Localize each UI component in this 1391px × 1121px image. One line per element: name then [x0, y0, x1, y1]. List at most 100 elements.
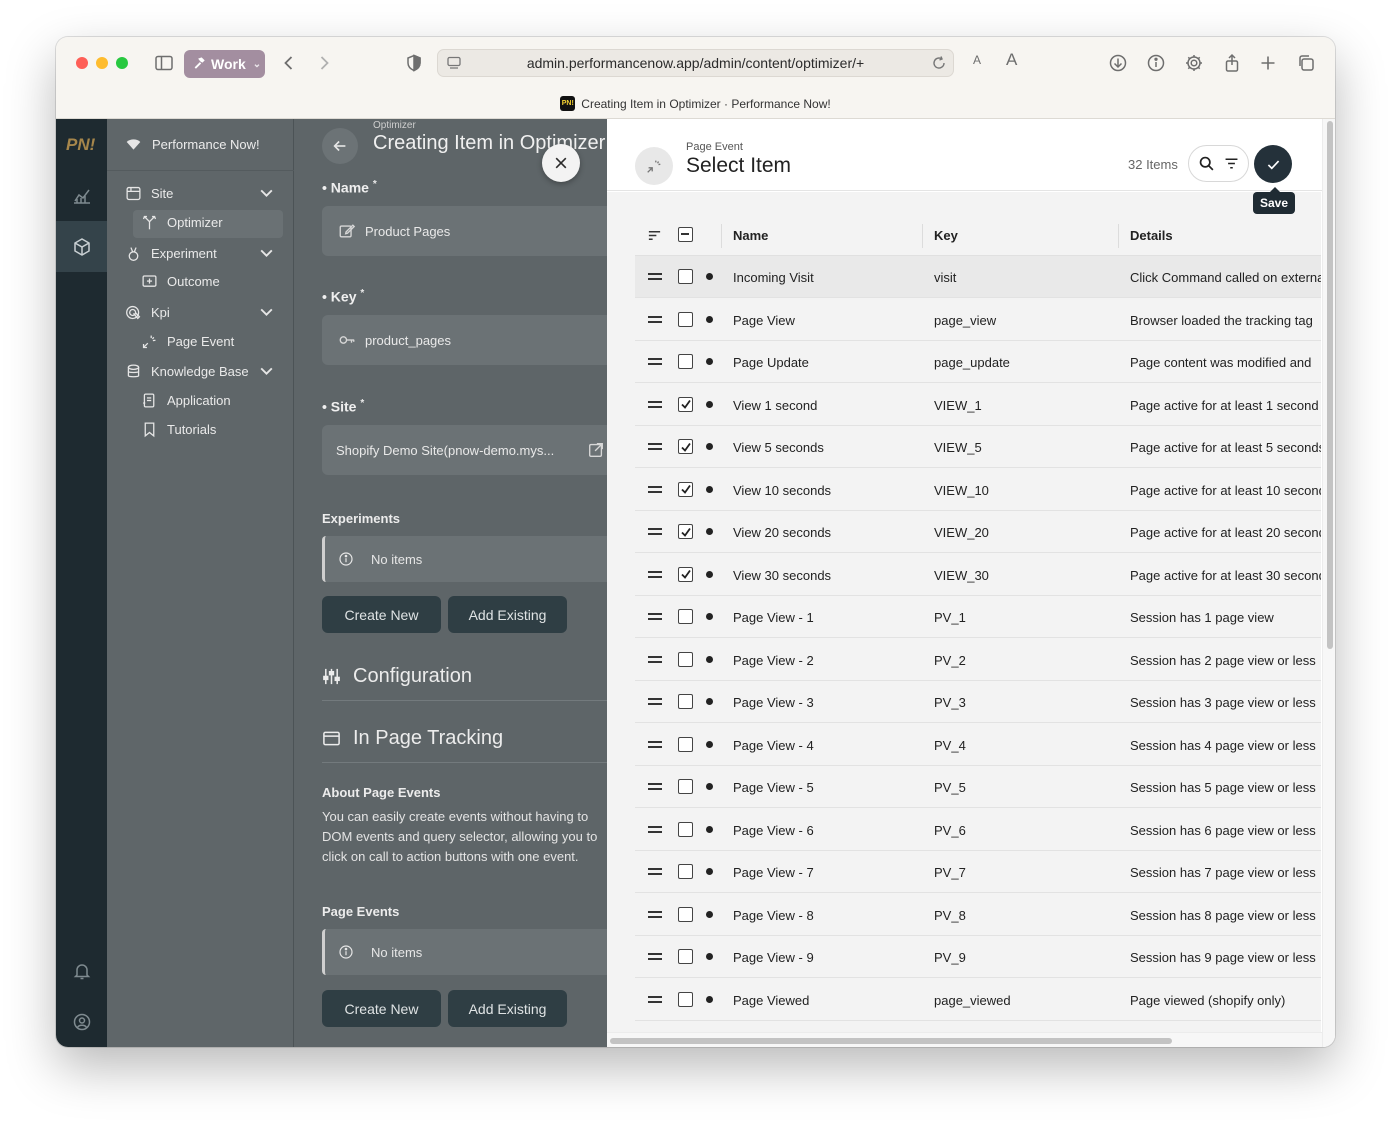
horizontal-scrollbar[interactable] [607, 1032, 1322, 1047]
table-row[interactable]: Page View - 3 PV_3 Session has 3 page view… [635, 681, 1321, 723]
row-checkbox[interactable] [678, 566, 693, 582]
column-divider[interactable] [721, 224, 722, 248]
drag-handle-icon[interactable] [648, 951, 662, 961]
table-row[interactable]: View 20 seconds VIEW_20 Page active for at… [635, 511, 1321, 553]
table-row[interactable]: View 5 seconds VIEW_5 Page active for at l… [635, 426, 1321, 468]
row-checkbox[interactable] [678, 609, 693, 624]
sort-icon[interactable] [647, 228, 662, 246]
table-row[interactable]: Page View - 1 PV_1 Session has 1 page view [635, 596, 1321, 638]
drag-handle-icon[interactable] [648, 824, 662, 834]
share-icon[interactable] [1220, 51, 1244, 75]
drag-handle-icon[interactable] [648, 909, 662, 919]
gear-icon[interactable] [1182, 51, 1206, 75]
download-icon[interactable] [1106, 51, 1130, 75]
chevron-down-icon[interactable] [258, 184, 275, 204]
sidebar-item-kpi[interactable]: Kpi [125, 304, 275, 321]
sidebar-toggle-icon[interactable] [152, 51, 176, 75]
drag-handle-icon[interactable] [648, 696, 662, 706]
create-new-button[interactable]: Create New [322, 990, 441, 1027]
sidebar-item-site[interactable]: Site [125, 185, 275, 202]
open-external-icon[interactable] [587, 441, 605, 459]
chevron-down-icon[interactable] [258, 244, 275, 264]
sidebar-item-page-event[interactable]: Page Event [141, 333, 234, 350]
table-row[interactable]: Page Update page_update Page content was m… [635, 341, 1321, 383]
site-settings-icon[interactable] [446, 55, 462, 71]
text-smaller-button[interactable]: A [973, 53, 981, 67]
breadcrumb[interactable]: Optimizer [373, 120, 416, 131]
reload-icon[interactable] [931, 55, 947, 71]
zoom-window-button[interactable] [116, 57, 128, 69]
new-tab-icon[interactable] [1256, 51, 1280, 75]
collapse-icon[interactable] [635, 147, 673, 185]
row-checkbox[interactable] [678, 779, 693, 794]
save-button[interactable] [1254, 145, 1292, 183]
sidebar-item-application[interactable]: Application [141, 392, 231, 409]
table-row[interactable]: Page View - 8 PV_8 Session has 8 page view… [635, 894, 1321, 936]
close-panel-button[interactable] [542, 144, 580, 182]
row-checkbox[interactable] [678, 906, 693, 922]
minimize-window-button[interactable] [96, 57, 108, 69]
tab-bar[interactable]: PN! Creating Item in Optimizer · Perform… [56, 89, 1335, 119]
table-row[interactable]: Page View - 4 PV_4 Session has 4 page view… [635, 724, 1321, 766]
drag-handle-icon[interactable] [648, 739, 662, 749]
table-row[interactable]: Incoming Visit visit Click Command called … [635, 256, 1321, 298]
search-icon[interactable] [1198, 155, 1215, 172]
drag-handle-icon[interactable] [648, 994, 662, 1004]
sidebar-item-optimizer[interactable]: Optimizer [141, 214, 223, 231]
column-divider[interactable] [1118, 224, 1119, 248]
table-row[interactable]: Page View - 5 PV_5 Session has 5 page view… [635, 766, 1321, 808]
row-checkbox[interactable] [678, 736, 693, 752]
drag-handle-icon[interactable] [648, 356, 662, 366]
close-window-button[interactable] [76, 57, 88, 69]
filter-icon[interactable] [1223, 155, 1240, 172]
row-checkbox[interactable] [678, 354, 693, 369]
sidebar-brand[interactable]: Performance Now! [107, 119, 294, 171]
drag-handle-icon[interactable] [648, 781, 662, 791]
table-row[interactable]: View 10 seconds VIEW_10 Page active for at… [635, 469, 1321, 511]
table-row[interactable]: Page View - 2 PV_2 Session has 2 page view… [635, 639, 1321, 681]
chevron-down-icon[interactable] [258, 303, 275, 323]
sidebar-item-knowledge-base[interactable]: Knowledge Base [125, 363, 275, 380]
drag-handle-icon[interactable] [648, 399, 662, 409]
configuration-heading[interactable]: Configuration [322, 665, 472, 688]
add-existing-button[interactable]: Add Existing [448, 596, 567, 633]
address-bar[interactable]: admin.performancenow.app/admin/content/o… [437, 49, 954, 77]
row-checkbox[interactable] [678, 651, 693, 667]
column-header-name[interactable]: Name [733, 228, 768, 243]
column-header-key[interactable]: Key [934, 228, 958, 243]
drag-handle-icon[interactable] [648, 271, 662, 281]
drag-handle-icon[interactable] [648, 441, 662, 451]
chevron-down-icon[interactable] [258, 362, 275, 382]
drag-handle-icon[interactable] [648, 314, 662, 324]
vertical-scrollbar[interactable] [1322, 119, 1335, 1047]
name-field[interactable]: Product Pages [322, 206, 607, 256]
in-page-tracking-heading[interactable]: In Page Tracking [322, 727, 503, 750]
rail-content-button[interactable] [56, 221, 107, 272]
row-checkbox[interactable] [678, 524, 693, 539]
add-existing-button[interactable]: Add Existing [448, 990, 567, 1027]
row-checkbox[interactable] [678, 949, 693, 964]
back-icon[interactable] [277, 51, 301, 75]
privacy-shield-icon[interactable] [402, 51, 426, 75]
forward-icon[interactable] [312, 51, 336, 75]
tab-overview-icon[interactable] [1294, 51, 1318, 75]
drag-handle-icon[interactable] [648, 484, 662, 494]
rail-notifications-button[interactable] [56, 945, 107, 996]
table-row[interactable]: Page Viewed page_viewed Page viewed (shopi… [635, 979, 1321, 1021]
scrollbar-thumb[interactable] [610, 1038, 1172, 1044]
select-all-checkbox[interactable] [678, 227, 693, 242]
row-checkbox[interactable] [678, 439, 693, 454]
rail-account-button[interactable] [56, 996, 107, 1047]
row-checkbox[interactable] [678, 821, 693, 837]
table-row[interactable]: Page View - 9 PV_9 Session has 9 page view… [635, 936, 1321, 978]
site-field[interactable]: Shopify Demo Site(pnow-demo.mys... [322, 425, 607, 475]
row-checkbox[interactable] [678, 269, 693, 284]
table-row[interactable]: Page View page_view Browser loaded the tra… [635, 299, 1321, 341]
table-row[interactable]: Page View - 7 PV_7 Session has 7 page view… [635, 851, 1321, 893]
table-row[interactable]: View 1 second VIEW_1 Page active for at le… [635, 384, 1321, 426]
back-button[interactable] [322, 128, 358, 164]
drag-handle-icon[interactable] [648, 611, 662, 621]
text-larger-button[interactable]: A [1006, 50, 1017, 70]
row-checkbox[interactable] [678, 864, 693, 879]
info-icon[interactable] [1144, 51, 1168, 75]
